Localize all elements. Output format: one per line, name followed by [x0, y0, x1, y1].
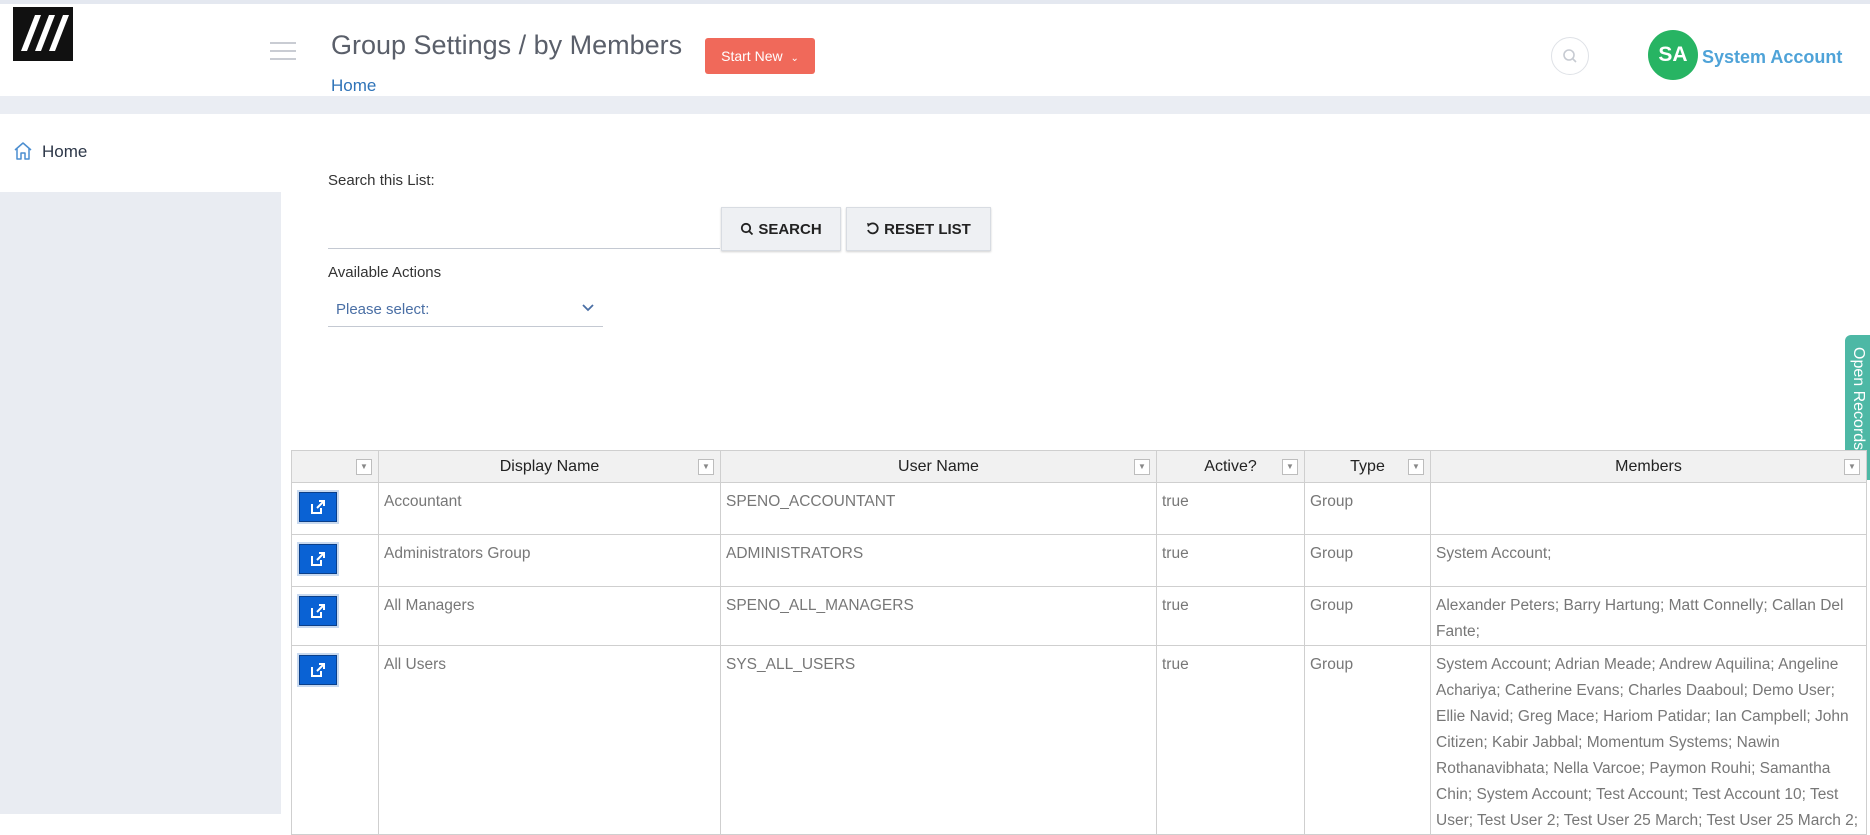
filter-icon[interactable]: ▼ — [1844, 459, 1860, 475]
active-cell: true — [1156, 645, 1305, 835]
edit-cell — [291, 482, 379, 535]
open-record-button[interactable] — [299, 544, 337, 574]
available-actions-value: Please select: — [336, 301, 430, 318]
column-header-display-name[interactable]: Display Name ▼ — [378, 450, 721, 483]
table-header-row: ▼ Display Name ▼ User Name ▼ Active? ▼ T… — [291, 450, 1867, 483]
table-row: Administrators Group ADMINISTRATORS true… — [291, 534, 1867, 587]
menu-toggle-icon[interactable] — [270, 42, 296, 62]
search-button[interactable]: SEARCH — [721, 207, 841, 251]
display-name-cell: All Users — [378, 645, 721, 835]
column-header-user-name[interactable]: User Name ▼ — [720, 450, 1157, 483]
sidebar: Home — [0, 114, 281, 814]
search-button-label: SEARCH — [758, 220, 822, 238]
avatar[interactable]: SA — [1648, 30, 1698, 80]
active-cell: true — [1156, 586, 1305, 646]
table-row: All Users SYS_ALL_USERS true Group Syste… — [291, 645, 1867, 835]
available-actions-select[interactable]: Please select: — [328, 296, 603, 327]
filter-icon[interactable]: ▼ — [1282, 459, 1298, 475]
groups-table: ▼ Display Name ▼ User Name ▼ Active? ▼ T… — [291, 450, 1867, 835]
reset-list-button[interactable]: RESET LIST — [846, 207, 991, 251]
filter-icon[interactable]: ▼ — [1134, 459, 1150, 475]
edit-cell — [291, 534, 379, 587]
user-name-cell: SYS_ALL_USERS — [720, 645, 1157, 835]
column-header-members[interactable]: Members ▼ — [1430, 450, 1867, 483]
table-row: Accountant SPENO_ACCOUNTANT true Group — [291, 482, 1867, 535]
members-cell: System Account; Adrian Meade; Andrew Aqu… — [1430, 645, 1867, 835]
edit-cell — [291, 586, 379, 646]
column-header-type[interactable]: Type ▼ — [1304, 450, 1431, 483]
column-header-label: User Name — [898, 457, 979, 475]
display-name-cell: Accountant — [378, 482, 721, 535]
filter-icon[interactable]: ▼ — [356, 459, 372, 475]
open-records-label: Open Records — [1850, 347, 1867, 451]
column-header-label: Display Name — [499, 457, 600, 475]
reset-list-label: RESET LIST — [884, 220, 971, 238]
home-icon — [14, 142, 32, 160]
open-record-button[interactable] — [299, 655, 337, 685]
header-divider — [0, 96, 1870, 114]
open-record-button[interactable] — [299, 596, 337, 626]
active-cell: true — [1156, 482, 1305, 535]
user-name-cell: ADMINISTRATORS — [720, 534, 1157, 587]
sidebar-item-label: Home — [42, 142, 88, 161]
sidebar-item-home[interactable]: Home — [0, 114, 281, 192]
column-header-label: Type — [1350, 457, 1385, 475]
open-record-button[interactable] — [299, 492, 337, 522]
members-cell: System Account; — [1430, 534, 1867, 587]
column-header-edit: ▼ — [291, 450, 379, 483]
global-search-button[interactable] — [1551, 37, 1589, 75]
reset-icon — [867, 222, 879, 235]
column-header-label: Active? — [1204, 457, 1257, 475]
available-actions-label: Available Actions — [328, 264, 442, 281]
chevron-down-icon — [582, 304, 594, 312]
chevron-down-icon: ⌄ — [790, 53, 799, 64]
table-row: All Managers SPENO_ALL_MANAGERS true Gro… — [291, 586, 1867, 646]
external-link-icon — [311, 663, 325, 677]
external-link-icon — [311, 552, 325, 566]
account-name[interactable]: System Account — [1702, 47, 1842, 68]
members-cell — [1430, 482, 1867, 535]
type-cell: Group — [1304, 534, 1431, 587]
type-cell: Group — [1304, 645, 1431, 835]
external-link-icon — [311, 500, 325, 514]
type-cell: Group — [1304, 586, 1431, 646]
search-icon — [1563, 49, 1577, 63]
filter-icon[interactable]: ▼ — [1408, 459, 1424, 475]
company-logo — [13, 7, 73, 61]
filter-icon[interactable]: ▼ — [698, 459, 714, 475]
app-header: Group Settings / by Members Start New ⌄ … — [0, 4, 1870, 96]
start-new-label: Start New — [721, 48, 783, 64]
active-cell: true — [1156, 534, 1305, 587]
page-title: Group Settings / by Members — [331, 30, 683, 60]
members-cell: Alexander Peters; Barry Hartung; Matt Co… — [1430, 586, 1867, 646]
display-name-cell: Administrators Group — [378, 534, 721, 587]
column-header-label: Members — [1615, 457, 1682, 475]
display-name-cell: All Managers — [378, 586, 721, 646]
search-label: Search this List: — [328, 172, 435, 189]
external-link-icon — [311, 604, 325, 618]
start-new-button[interactable]: Start New ⌄ — [705, 38, 815, 74]
user-name-cell: SPENO_ACCOUNTANT — [720, 482, 1157, 535]
search-input[interactable] — [328, 208, 720, 249]
column-header-active[interactable]: Active? ▼ — [1156, 450, 1305, 483]
search-icon — [741, 222, 754, 236]
type-cell: Group — [1304, 482, 1431, 535]
user-name-cell: SPENO_ALL_MANAGERS — [720, 586, 1157, 646]
breadcrumb-home[interactable]: Home — [331, 76, 376, 96]
edit-cell — [291, 645, 379, 835]
